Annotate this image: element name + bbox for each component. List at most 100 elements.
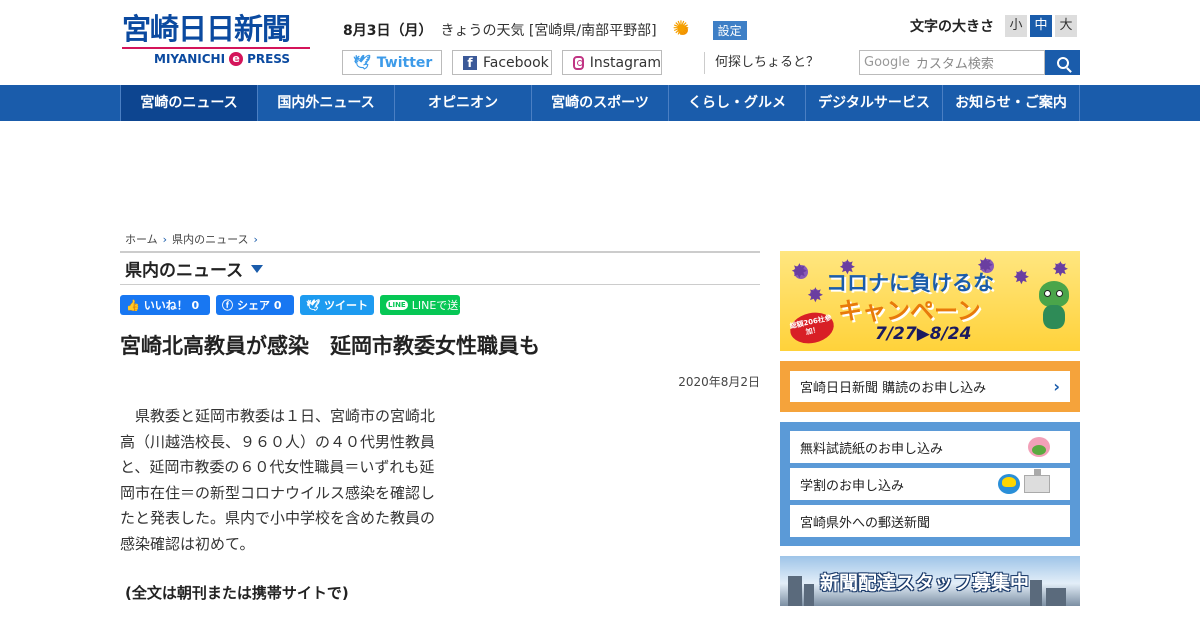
- section-title[interactable]: 県内のニュース: [120, 251, 760, 285]
- free-trial-link[interactable]: 無料試読紙のお申し込み: [790, 431, 1070, 463]
- facebook-icon: f: [463, 55, 477, 70]
- article-title: 宮崎北高教員が感染 延岡市教委女性職員も: [120, 334, 540, 358]
- building-shape: [788, 576, 802, 606]
- facebook-like-button[interactable]: 👍 いいね！ 0: [120, 295, 210, 315]
- font-size-label: 文字の大きさ: [910, 19, 994, 35]
- sun-icon: [673, 17, 693, 40]
- chevron-right-icon: ›: [1053, 377, 1060, 396]
- corona-banner-subtitle: キャンペーン: [838, 297, 981, 325]
- twitter-icon: 🕊: [353, 54, 371, 71]
- mascot-eye: [1056, 290, 1063, 297]
- share-label: シェア 0: [237, 299, 282, 312]
- subscribe-link[interactable]: 宮崎日日新聞 購読のお申し込み ›: [790, 371, 1070, 402]
- breadcrumb-section[interactable]: 県内のニュース: [172, 231, 248, 247]
- article-date: 2020年8月2日: [678, 375, 760, 389]
- section-title-text: 県内のニュース: [125, 261, 244, 281]
- font-size-control: 文字の大きさ 小 中 大: [910, 15, 1077, 37]
- virus-icon: [791, 259, 808, 283]
- share-buttons: 👍 いいね！ 0 ⓕ シェア 0 🕊 ツイート LINE LINEで送る: [120, 295, 469, 315]
- main-nav-items: 宮崎のニュース 国内外ニュース オピニオン 宮崎のスポーツ くらし・グルメ デジ…: [120, 85, 1080, 121]
- font-size-large-button[interactable]: 大: [1055, 15, 1077, 37]
- twitter-label: Twitter: [376, 54, 433, 71]
- search-icon: [1056, 56, 1069, 69]
- logo-e-icon: e: [229, 52, 244, 66]
- font-size-small-button[interactable]: 小: [1005, 15, 1027, 37]
- article-body: 県教委と延岡市教委は１日、宮崎市の宮崎北高（川越浩校長、９６０人）の４０代男性教…: [120, 407, 436, 553]
- breadcrumb-home[interactable]: ホーム: [125, 231, 158, 247]
- mascot-body: [1043, 305, 1065, 329]
- instagram-label: Instagram: [589, 54, 661, 71]
- mail-delivery-label: 宮崎県外への郵送新聞: [800, 515, 931, 531]
- instagram-link[interactable]: Instagram: [562, 50, 662, 75]
- nav-item-domestic-world-news[interactable]: 国内外ニュース: [258, 85, 395, 121]
- tweet-label: ツイート: [323, 299, 368, 312]
- weather-settings-button[interactable]: 設定: [712, 20, 747, 40]
- building-shape: [1046, 588, 1066, 606]
- service-links-box: 無料試読紙のお申し込み 学割のお申し込み 宮崎県外への郵送新聞: [780, 422, 1080, 546]
- corona-campaign-banner[interactable]: コロナに負けるな キャンペーン 総額206社参加！ 7/27▶8/24: [780, 251, 1080, 351]
- subscribe-box: 宮崎日日新聞 購読のお申し込み ›: [780, 361, 1080, 412]
- line-icon: LINE: [386, 300, 408, 310]
- search-placeholder: カスタム検索: [915, 57, 994, 72]
- mascot-character-icon: [1035, 281, 1073, 331]
- search-button[interactable]: [1045, 50, 1080, 75]
- mascot-eye: [1044, 290, 1051, 297]
- free-trial-label: 無料試読紙のお申し込み: [800, 441, 944, 457]
- virus-icon: [1013, 265, 1030, 289]
- mascot-pink-icon: [1028, 437, 1050, 457]
- corona-banner-badge: 総額206社参加！: [787, 308, 837, 348]
- caret-down-icon: [251, 264, 264, 273]
- virus-icon: [1052, 257, 1069, 281]
- site-logo[interactable]: 宮崎日日新聞 MIYANICHI e PRESS: [122, 12, 314, 72]
- facebook-icon: ⓕ: [222, 299, 233, 312]
- breadcrumb: ホーム › 県内のニュース ›: [125, 231, 258, 247]
- nav-item-digital-services[interactable]: デジタルサービス: [806, 85, 943, 121]
- social-links: 🕊 Twitter f Facebook Instagram: [342, 50, 662, 75]
- instagram-icon: [573, 55, 584, 70]
- facebook-share-button[interactable]: ⓕ シェア 0: [216, 295, 294, 315]
- logo-main-text: 宮崎日日新聞: [122, 12, 291, 46]
- twitter-link[interactable]: 🕊 Twitter: [342, 50, 442, 75]
- school-building-icon: [1024, 469, 1050, 493]
- corona-banner-dates: 7/27▶8/24: [875, 324, 972, 344]
- line-share-button[interactable]: LINE LINEで送る: [380, 295, 469, 315]
- article-note: (全文は朝刊または携帯サイトで): [125, 584, 349, 602]
- site-header: 宮崎日日新聞 MIYANICHI e PRESS 8月3日（月） きょうの天気 …: [0, 0, 1200, 85]
- logo-sub-left: MIYANICHI: [154, 52, 226, 66]
- nav-item-life-gourmet[interactable]: くらし・グルメ: [669, 85, 806, 121]
- mail-delivery-link[interactable]: 宮崎県外への郵送新聞: [790, 505, 1070, 537]
- free-trial-illustration: [1028, 437, 1050, 457]
- search-prompt: 何探しちょると？: [704, 52, 819, 74]
- search-brand: Google: [864, 55, 910, 70]
- nav-item-opinion[interactable]: オピニオン: [395, 85, 532, 121]
- chevron-right-icon: ›: [162, 232, 168, 246]
- building-shape: [1030, 580, 1042, 606]
- subscribe-label: 宮崎日日新聞 購読のお申し込み: [800, 381, 987, 396]
- logo-sub-right: PRESS: [247, 52, 291, 66]
- weather-label: きょうの天気 [宮崎県/南部平野部]: [440, 23, 657, 39]
- thumbs-up-icon: 👍: [126, 298, 140, 312]
- main-nav: 宮崎のニュース 国内外ニュース オピニオン 宮崎のスポーツ くらし・グルメ デジ…: [0, 85, 1200, 121]
- student-discount-label: 学割のお申し込み: [800, 478, 905, 494]
- nav-item-miyazaki-news[interactable]: 宮崎のニュース: [120, 85, 258, 121]
- logo-divider: [122, 47, 310, 49]
- logo-sub-text: MIYANICHI e PRESS: [122, 52, 314, 66]
- delivery-staff-banner[interactable]: 新聞配達スタッフ募集中: [780, 556, 1080, 606]
- like-label: いいね！ 0: [143, 299, 200, 312]
- site-search: Google カスタム検索: [859, 50, 1080, 75]
- tweet-button[interactable]: 🕊 ツイート: [300, 295, 374, 315]
- nav-item-sports[interactable]: 宮崎のスポーツ: [532, 85, 669, 121]
- date-weather-row: 8月3日（月） きょうの天気 [宮崎県/南部平野部] 設定: [343, 17, 747, 40]
- student-discount-link[interactable]: 学割のお申し込み: [790, 468, 1070, 500]
- nav-item-notices[interactable]: お知らせ・ご案内: [943, 85, 1080, 121]
- font-size-medium-button[interactable]: 中: [1030, 15, 1052, 37]
- current-date: 8月3日（月）: [343, 23, 433, 39]
- twitter-icon: 🕊: [306, 298, 320, 312]
- chevron-right-icon: ›: [253, 232, 258, 246]
- facebook-link[interactable]: f Facebook: [452, 50, 552, 75]
- mascot-blue-icon: [998, 474, 1020, 494]
- search-input[interactable]: Google カスタム検索: [859, 50, 1045, 75]
- building-shape: [804, 584, 814, 606]
- student-discount-illustration: [998, 469, 1050, 494]
- facebook-label: Facebook: [483, 54, 549, 71]
